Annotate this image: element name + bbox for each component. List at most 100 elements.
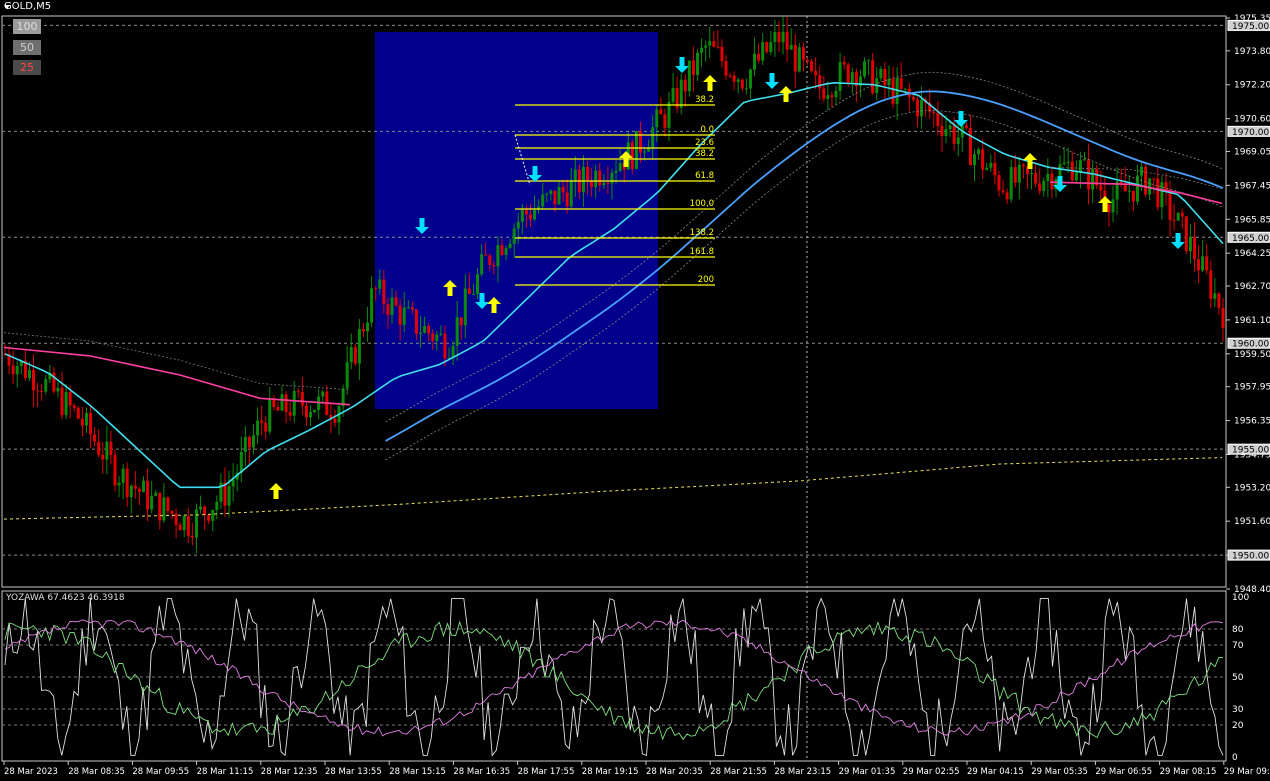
candle-body	[44, 379, 48, 392]
candle-body	[932, 111, 936, 114]
candle-body	[863, 61, 867, 77]
candle-body	[740, 79, 744, 89]
candle-body	[1107, 204, 1111, 213]
buy-arrow-icon	[269, 483, 283, 499]
candle-body	[431, 333, 435, 341]
candle-body	[215, 501, 219, 510]
candle-body	[36, 390, 40, 392]
candle-body	[826, 95, 830, 99]
candle-body	[414, 309, 418, 334]
candle-body	[1180, 212, 1184, 217]
price-tick-label: 1956.35	[1234, 417, 1270, 427]
candle-body	[516, 221, 520, 229]
candle-body	[1209, 270, 1213, 299]
candle-body	[1201, 256, 1205, 271]
time-tick-label: 28 Mar 12:35	[261, 767, 318, 777]
candle-body	[419, 332, 423, 334]
indicator-tick-label: 50	[1232, 673, 1244, 683]
candle-body	[89, 412, 93, 435]
candle-body	[1034, 173, 1038, 184]
candle-body	[64, 391, 68, 416]
candle-body	[557, 187, 561, 205]
time-tick-label: 28 Mar 20:35	[646, 767, 703, 777]
candle-body	[920, 99, 924, 117]
candle-body	[374, 288, 378, 290]
price-tick-label: 1961.10	[1234, 316, 1270, 326]
candle-body	[732, 75, 736, 82]
sell-arrow-icon	[675, 57, 689, 73]
candle-body	[11, 365, 15, 375]
candle-body	[402, 307, 406, 325]
candle-body	[174, 513, 178, 525]
price-tick-label: 1965.85	[1234, 215, 1270, 225]
candle-body	[520, 209, 524, 222]
time-tick-label: 29 Mar 04:15	[967, 767, 1024, 777]
candle-body	[105, 441, 109, 460]
candle-body	[423, 325, 427, 333]
candle-body	[1188, 236, 1192, 252]
candle-body	[704, 45, 708, 48]
candle-body	[158, 492, 162, 521]
time-tick-label: 29 Mar 02:55	[903, 767, 960, 777]
candle-body	[785, 31, 789, 50]
candle-body	[1005, 192, 1009, 200]
candle-body	[378, 279, 382, 289]
candle-body	[769, 41, 773, 52]
candle-body	[761, 42, 765, 61]
candle-body	[638, 131, 642, 153]
candle-body	[1213, 293, 1217, 299]
candle-body	[113, 455, 117, 486]
candle-body	[887, 78, 891, 86]
candle-body	[696, 52, 700, 75]
candle-body	[936, 113, 940, 126]
price-tick-label: 1970.60	[1234, 115, 1270, 125]
zoom-button-50[interactable]: 50	[13, 40, 41, 55]
candle-body	[1099, 185, 1103, 191]
candle-body	[606, 182, 610, 184]
price-tick-label: 1969.05	[1234, 147, 1270, 157]
indicator-tick-label: 0	[1232, 753, 1238, 763]
candle-body	[284, 394, 288, 413]
time-tick-label: 28 Mar 09:55	[132, 767, 189, 777]
candle-body	[964, 125, 968, 128]
candle-body	[777, 32, 781, 43]
candle-body	[439, 333, 443, 335]
candle-body	[1197, 259, 1201, 271]
price-level-box-label: 1960.00	[1232, 340, 1269, 350]
fib-level-label: 161.8	[690, 247, 714, 257]
candle-body	[480, 254, 484, 275]
candle-body	[687, 60, 691, 92]
candle-body	[736, 79, 740, 82]
price-chart[interactable]: 1975.351973.801972.201970.601969.051967.…	[0, 0, 1270, 781]
candle-body	[194, 509, 198, 538]
candle-body	[838, 62, 842, 91]
candle-body	[545, 193, 549, 195]
candle-body	[296, 391, 300, 393]
candle-body	[1062, 162, 1066, 164]
indicator-tick-label: 80	[1232, 625, 1244, 635]
candle-body	[720, 46, 724, 62]
candle-body	[997, 175, 1001, 191]
candle-body	[610, 172, 614, 184]
candle-body	[243, 436, 247, 453]
time-tick-label: 29 Mar 01:35	[839, 767, 896, 777]
candle-body	[948, 125, 952, 130]
zoom-button-25[interactable]: 25	[13, 60, 41, 75]
candle-body	[533, 210, 537, 220]
indicator-tick-label: 70	[1232, 641, 1244, 651]
zoom-button-100[interactable]: 100	[13, 19, 41, 34]
candle-body	[394, 297, 398, 306]
candle-body	[667, 101, 671, 128]
candle-body	[651, 127, 655, 148]
candle-body	[182, 516, 186, 531]
candle-body	[549, 190, 553, 194]
candle-body	[1038, 183, 1042, 191]
candle-body	[716, 46, 720, 48]
candle-body	[260, 420, 264, 423]
candle-body	[846, 64, 850, 84]
candle-body	[109, 441, 113, 456]
candle-body	[512, 228, 516, 244]
candle-body	[390, 297, 394, 315]
candle-body	[137, 488, 141, 492]
candle-body	[455, 317, 459, 346]
